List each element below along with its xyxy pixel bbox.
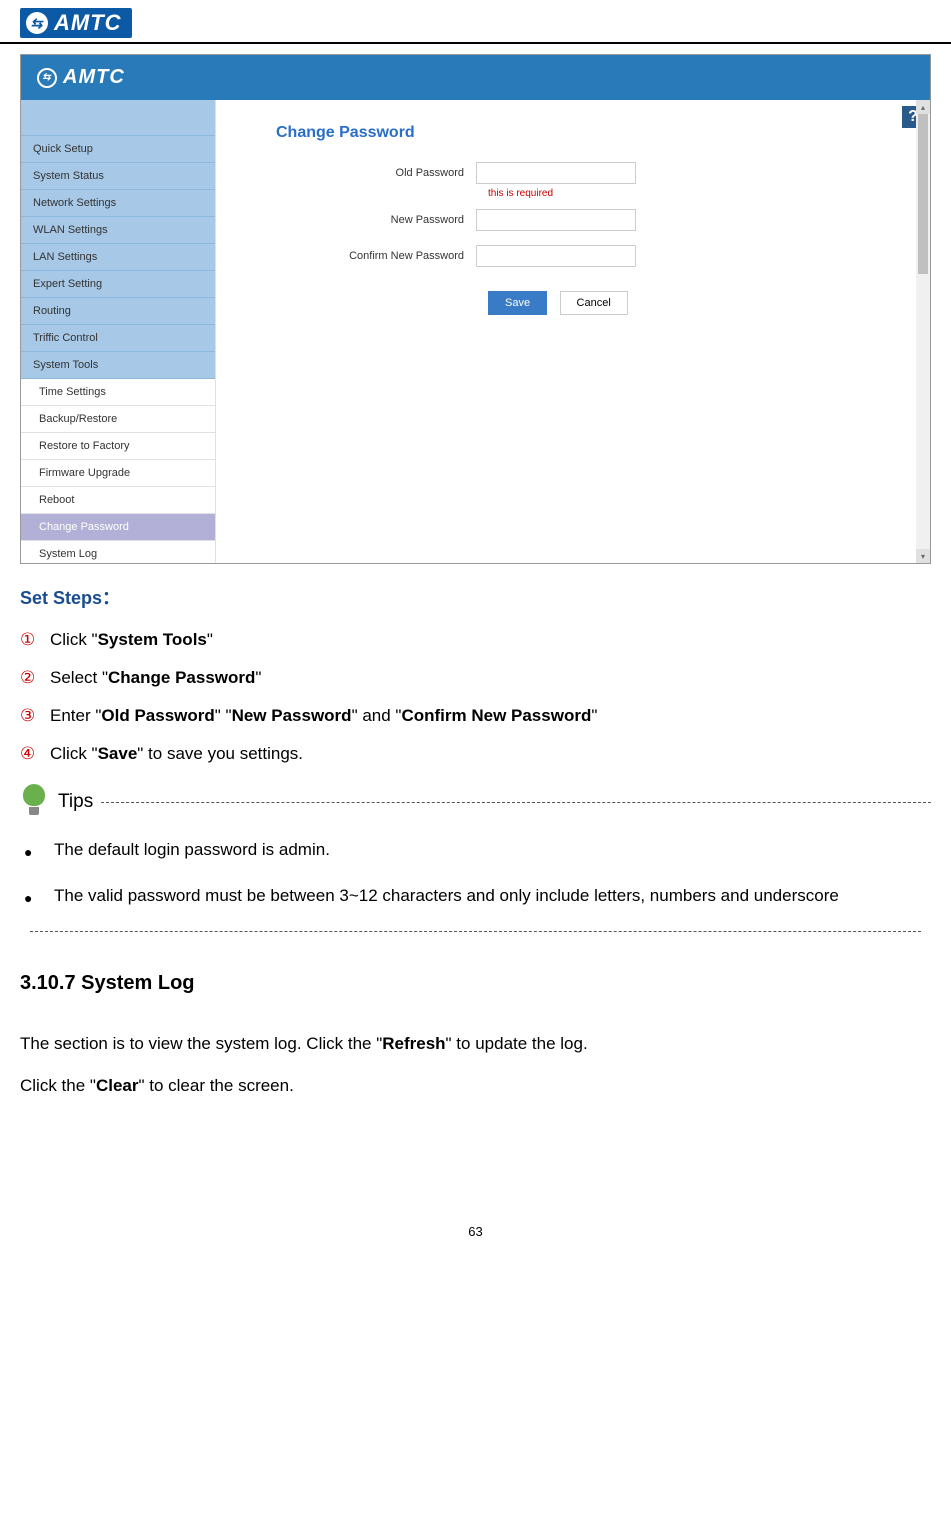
- sub-item-backup-restore[interactable]: Backup/Restore: [21, 406, 215, 433]
- label-new-password: New Password: [256, 214, 476, 226]
- tip-text-1: The default login password is admin.: [54, 832, 330, 868]
- nav-item-quick-setup[interactable]: Quick Setup: [21, 136, 215, 163]
- tip-1: ● The default login password is admin.: [24, 832, 931, 868]
- save-button[interactable]: Save: [488, 291, 547, 315]
- para-2: Click the "Clear" to clear the screen.: [20, 1067, 931, 1104]
- logo-icon: ⇆: [26, 12, 48, 34]
- step-text-4: Click "Save" to save you settings.: [50, 744, 931, 764]
- tips-header: Tips: [20, 784, 931, 820]
- step-num-2: ②: [20, 668, 50, 688]
- step-text-3: Enter "Old Password" "New Password" and …: [50, 706, 931, 726]
- row-old-password: Old Password: [256, 162, 890, 184]
- system-log-heading: 3.10.7 System Log: [20, 972, 931, 995]
- nav-item-traffic-control[interactable]: Triffic Control: [21, 325, 215, 352]
- sidebar: Quick Setup System Status Network Settin…: [21, 100, 216, 563]
- page-title: Change Password: [276, 124, 890, 142]
- bulb-icon: [20, 784, 48, 820]
- input-confirm-password[interactable]: [476, 245, 636, 267]
- scroll-up-icon[interactable]: ▴: [916, 100, 930, 114]
- nav-item-expert-setting[interactable]: Expert Setting: [21, 271, 215, 298]
- nav-item-wlan-settings[interactable]: WLAN Settings: [21, 217, 215, 244]
- step-2: ② Select "Change Password": [20, 668, 931, 688]
- scroll-down-icon[interactable]: ▾: [916, 549, 930, 563]
- dash-divider: [30, 931, 921, 932]
- nav-item-lan-settings[interactable]: LAN Settings: [21, 244, 215, 271]
- brand-logo: ⇆ AMTC: [20, 8, 132, 38]
- row-confirm-password: Confirm New Password: [256, 245, 890, 267]
- app-logo-icon: ⇆: [37, 68, 57, 88]
- sub-item-system-log[interactable]: System Log: [21, 541, 215, 564]
- sub-item-restore-factory[interactable]: Restore to Factory: [21, 433, 215, 460]
- tips-list: ● The default login password is admin. ●…: [24, 832, 931, 913]
- app-body: Quick Setup System Status Network Settin…: [21, 100, 930, 563]
- tip-text-2: The valid password must be between 3~12 …: [54, 878, 839, 914]
- step-num-4: ④: [20, 744, 50, 764]
- app-brand-text: AMTC: [63, 66, 125, 89]
- cancel-button[interactable]: Cancel: [560, 291, 628, 315]
- scroll-thumb[interactable]: [918, 114, 928, 274]
- step-1: ① Click "System Tools": [20, 630, 931, 650]
- nav-item-routing[interactable]: Routing: [21, 298, 215, 325]
- input-old-password[interactable]: [476, 162, 636, 184]
- content-area: ? Change Password Old Password this is r…: [216, 100, 930, 563]
- tips-dash-line: [101, 802, 931, 803]
- step-list: ① Click "System Tools" ② Select "Change …: [20, 630, 931, 764]
- set-steps-heading: Set Steps：: [20, 584, 931, 610]
- step-text-2: Select "Change Password": [50, 668, 931, 688]
- logo-arrows-icon: ⇆: [31, 15, 44, 32]
- step-text-1: Click "System Tools": [50, 630, 931, 650]
- app-logo: ⇆ AMTC: [37, 66, 125, 89]
- page-number: 63: [20, 1224, 931, 1259]
- scrollbar[interactable]: ▴ ▾: [916, 100, 930, 563]
- document-body: Set Steps： ① Click "System Tools" ② Sele…: [0, 584, 951, 1299]
- step-3: ③ Enter "Old Password" "New Password" an…: [20, 706, 931, 726]
- sub-item-change-password[interactable]: Change Password: [21, 514, 215, 541]
- sub-item-firmware-upgrade[interactable]: Firmware Upgrade: [21, 460, 215, 487]
- tips-label: Tips: [58, 791, 93, 813]
- para-1: The section is to view the system log. C…: [20, 1025, 931, 1062]
- label-confirm-password: Confirm New Password: [256, 250, 476, 262]
- admin-screenshot: ⇆ AMTC Quick Setup System Status Network…: [20, 54, 931, 564]
- error-old-password: this is required: [488, 188, 890, 199]
- sub-item-reboot[interactable]: Reboot: [21, 487, 215, 514]
- nav-item-system-status[interactable]: System Status: [21, 163, 215, 190]
- button-row: Save Cancel: [488, 291, 890, 315]
- app-logo-arrows-icon: ⇆: [42, 72, 51, 83]
- bullet-icon: ●: [24, 878, 54, 914]
- nav-item-network-settings[interactable]: Network Settings: [21, 190, 215, 217]
- brand-text: AMTC: [54, 10, 122, 36]
- label-old-password: Old Password: [256, 167, 476, 179]
- nav-item-system-tools[interactable]: System Tools: [21, 352, 215, 379]
- input-new-password[interactable]: [476, 209, 636, 231]
- document-header: ⇆ AMTC: [0, 0, 951, 44]
- step-num-3: ③: [20, 706, 50, 726]
- step-num-1: ①: [20, 630, 50, 650]
- app-header: ⇆ AMTC: [21, 55, 930, 100]
- tip-2: ● The valid password must be between 3~1…: [24, 878, 931, 914]
- step-4: ④ Click "Save" to save you settings.: [20, 744, 931, 764]
- bullet-icon: ●: [24, 832, 54, 868]
- sub-item-time-settings[interactable]: Time Settings: [21, 379, 215, 406]
- sidebar-spacer: [21, 100, 215, 136]
- row-new-password: New Password: [256, 209, 890, 231]
